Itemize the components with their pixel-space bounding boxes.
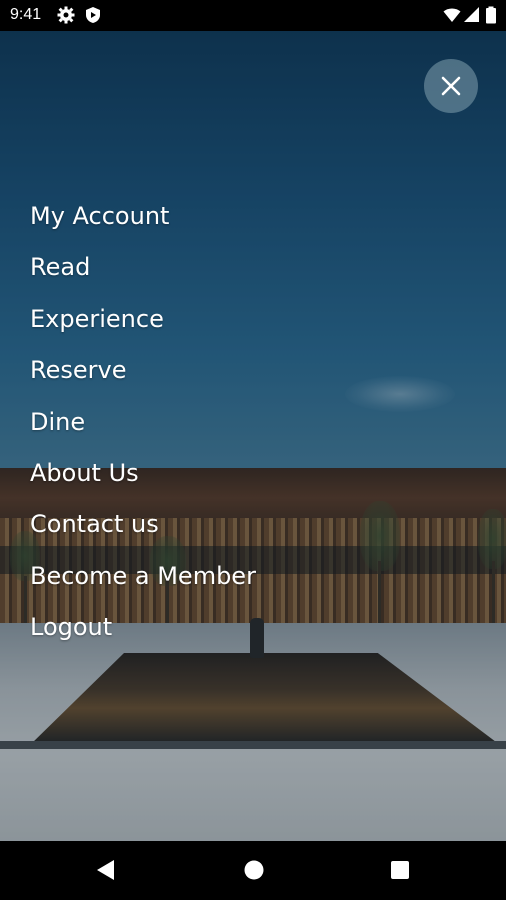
menu-item-reserve[interactable]: Reserve — [30, 350, 256, 401]
gear-icon — [57, 6, 75, 24]
recents-icon[interactable] — [389, 859, 411, 885]
status-time: 9:41 — [10, 6, 42, 23]
phone-screen: 9:41 My Account Read Experience Reserve … — [0, 0, 506, 900]
navigation-menu: My Account Read Experience Reserve Dine … — [30, 196, 256, 659]
battery-icon — [485, 6, 497, 24]
menu-item-about-us[interactable]: About Us — [30, 453, 256, 504]
close-icon — [441, 76, 461, 96]
back-icon[interactable] — [96, 859, 116, 885]
menu-item-my-account[interactable]: My Account — [30, 196, 256, 247]
menu-item-become-a-member[interactable]: Become a Member — [30, 556, 256, 607]
menu-item-logout[interactable]: Logout — [30, 607, 256, 658]
wifi-icon — [443, 6, 461, 24]
home-icon[interactable] — [243, 859, 265, 885]
menu-item-contact-us[interactable]: Contact us — [30, 504, 256, 555]
close-button[interactable] — [424, 59, 478, 113]
status-bar: 9:41 — [0, 0, 506, 31]
system-navigation-bar — [0, 841, 506, 900]
menu-item-read[interactable]: Read — [30, 247, 256, 298]
menu-item-dine[interactable]: Dine — [30, 402, 256, 453]
shield-icon — [84, 6, 102, 24]
signal-icon — [463, 6, 481, 24]
menu-item-experience[interactable]: Experience — [30, 299, 256, 350]
